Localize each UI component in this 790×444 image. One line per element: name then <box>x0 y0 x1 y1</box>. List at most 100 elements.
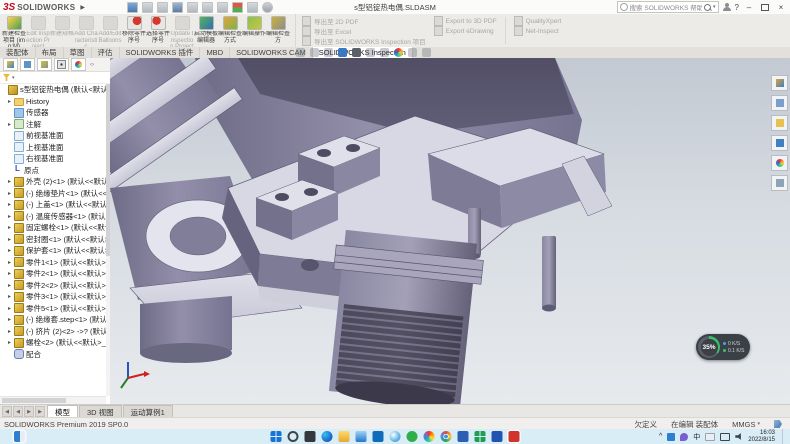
tree-item[interactable]: 零件1<1> (默认<<默认>_显示状态 <box>0 257 106 269</box>
export-menu-item[interactable]: 导出至 Excel <box>302 27 426 35</box>
quick-access-icon[interactable] <box>217 2 228 13</box>
tree-item[interactable]: 配合 <box>0 349 106 361</box>
minimize-button[interactable]: – <box>743 2 755 12</box>
taskbar-app-icon[interactable] <box>441 431 452 442</box>
tree-item[interactable]: 零件2<1> (默认<<默认>_显示状态 <box>0 268 106 280</box>
tree-item[interactable]: s型铝锭热电偶 (默认<默认_显示状态-1> <box>0 84 106 96</box>
ribbon-tab[interactable]: 布局 <box>36 47 64 58</box>
panel-tabs-overflow[interactable]: ‹› <box>90 62 94 68</box>
panel-tab[interactable] <box>54 58 69 71</box>
taskbar-app-icon[interactable] <box>373 431 384 442</box>
solidworks-app-icon[interactable] <box>14 431 25 442</box>
task-pane-tab[interactable] <box>771 115 788 131</box>
taskbar-app-icon[interactable] <box>288 431 299 442</box>
heads-up-icon[interactable] <box>352 48 361 57</box>
login-user-icon[interactable] <box>723 3 731 11</box>
scrollbar-thumb[interactable] <box>2 398 66 403</box>
tree-item[interactable]: History <box>0 96 106 108</box>
3d-viewport[interactable]: 35% 0 K/S 0.1 K/S <box>110 58 790 404</box>
taskbar-app-icon[interactable] <box>458 431 469 442</box>
panel-tab[interactable] <box>71 58 86 71</box>
heads-up-icon[interactable] <box>380 48 389 57</box>
close-button[interactable]: × <box>775 2 787 12</box>
ribbon-tab[interactable]: MBD <box>200 47 230 58</box>
taskbar-app-icon[interactable] <box>492 431 503 442</box>
tray-app-blue-icon[interactable] <box>667 433 675 441</box>
export-menu-item[interactable]: Export eDrawing <box>434 27 497 35</box>
search-caret-icon[interactable]: ▾ <box>713 4 716 10</box>
tree-item[interactable]: 注解 <box>0 119 106 131</box>
tree-item[interactable]: 原点 <box>0 165 106 177</box>
search-input[interactable]: 搜索 SOLIDWORKS 帮助 <box>630 2 702 12</box>
heads-up-icon[interactable] <box>310 48 319 57</box>
ribbon-button[interactable]: 编辑检查方 <box>266 15 290 47</box>
tree-item[interactable]: (-) 温度传感器<1> (默认<<默认>_显示 <box>0 211 106 223</box>
tray-app-purple-icon[interactable] <box>680 433 688 441</box>
tree-item[interactable]: 上视基准面 <box>0 142 106 154</box>
heads-up-icon[interactable] <box>394 48 403 57</box>
help-button[interactable]: ? <box>735 3 739 12</box>
quality-menu-item[interactable]: Net-Inspect <box>514 27 562 35</box>
ribbon-button[interactable]: Add Characteristic <box>74 15 98 47</box>
last-tab-button[interactable]: ▶ <box>35 406 45 417</box>
heads-up-icon[interactable] <box>338 48 347 57</box>
taskbar-app-icon[interactable] <box>407 431 418 442</box>
taskbar-app-icon[interactable] <box>305 431 316 442</box>
export-menu-item[interactable]: Export to 3D PDF <box>434 17 497 25</box>
quick-access-icon[interactable] <box>142 2 153 13</box>
ribbon-button[interactable]: Update Inspection Project <box>170 15 194 47</box>
ribbon-button[interactable]: 编辑检查方式 <box>218 15 242 47</box>
quick-access-icon[interactable] <box>247 2 258 13</box>
tray-chevron-icon[interactable]: ^ <box>659 433 662 440</box>
search-icon[interactable] <box>704 4 711 11</box>
task-pane-tab[interactable] <box>771 175 788 191</box>
ribbon-button[interactable]: Add/Edit Balloons <box>98 15 122 47</box>
ribbon-button[interactable]: 启动模板编辑器 <box>194 15 218 47</box>
tree-item[interactable]: 零件2<2> (默认<<默认>_显示状态 <box>0 280 106 292</box>
ribbon-tab[interactable]: 装配体 <box>0 47 36 58</box>
quick-access-icon[interactable] <box>157 2 168 13</box>
tree-item[interactable]: (-) 上盖<1> (默认<<默认>_显示状 <box>0 199 106 211</box>
ribbon-button[interactable]: 移除零件序号 <box>122 15 146 47</box>
tree-item[interactable]: 固定螺栓<1> (默认<<默认>_显示状 <box>0 222 106 234</box>
show-desktop-button[interactable] <box>782 429 786 444</box>
heads-up-icon[interactable] <box>366 48 375 57</box>
quality-menu-item[interactable]: QualityXpert <box>514 17 562 25</box>
task-pane-tab[interactable] <box>771 155 788 171</box>
ribbon-button[interactable]: 编辑操作 <box>242 15 266 47</box>
taskbar-app-icon[interactable] <box>424 431 435 442</box>
task-pane-tab[interactable] <box>771 75 788 91</box>
tree-item[interactable]: (-) 绝缘垫片<1> (默认<<默认>_显 <box>0 188 106 200</box>
ribbon-button[interactable]: 新建检查项目 (imp:M) <box>2 15 26 47</box>
filter-caret-icon[interactable]: ▾ <box>12 75 15 81</box>
tree-item[interactable]: 前视基准面 <box>0 130 106 142</box>
taskbar-app-icon[interactable] <box>390 431 401 442</box>
restore-button[interactable] <box>759 2 771 12</box>
tree-item[interactable]: (-) 绝缘套.step<1> (默认<<默认> <box>0 314 106 326</box>
volume-icon[interactable] <box>735 433 743 441</box>
ribbon-button[interactable]: 新建规格 <box>50 15 74 47</box>
heads-up-icon[interactable] <box>296 48 305 57</box>
taskbar-app-icon[interactable] <box>356 431 367 442</box>
cad-model[interactable] <box>110 58 790 404</box>
panel-tab[interactable] <box>37 58 52 71</box>
task-pane-tab[interactable] <box>771 135 788 151</box>
taskbar-app-icon[interactable] <box>271 431 282 442</box>
filter-icon[interactable] <box>3 74 10 81</box>
search-box[interactable]: 搜索 SOLIDWORKS 帮助 ▾ <box>617 1 719 13</box>
export-menu-item[interactable]: 导出至 2D PDF <box>302 17 426 25</box>
taskbar-clock[interactable]: 16:03 2022/8/15 <box>748 430 775 444</box>
unit-system-selector[interactable]: MMGS ▾ <box>732 420 760 429</box>
taskbar-app-icon[interactable] <box>339 431 350 442</box>
export-menu-item[interactable]: 导出至 SOLIDWORKS Inspection 项目 <box>302 37 426 45</box>
first-tab-button[interactable]: ◀ <box>2 406 12 417</box>
next-tab-button[interactable]: ▶ <box>24 406 34 417</box>
quick-access-icon[interactable] <box>172 2 183 13</box>
task-pane-tab[interactable] <box>771 95 788 111</box>
tree-item[interactable]: (-) 挤片 (2)<2> ->? (默认<<默认> <box>0 326 106 338</box>
taskbar-app-icon[interactable] <box>509 431 520 442</box>
quick-access-icon[interactable] <box>262 2 273 13</box>
taskbar-app-icon[interactable] <box>475 431 486 442</box>
tree-item[interactable]: 传感器 <box>0 107 106 119</box>
quick-access-icon[interactable] <box>127 2 138 13</box>
